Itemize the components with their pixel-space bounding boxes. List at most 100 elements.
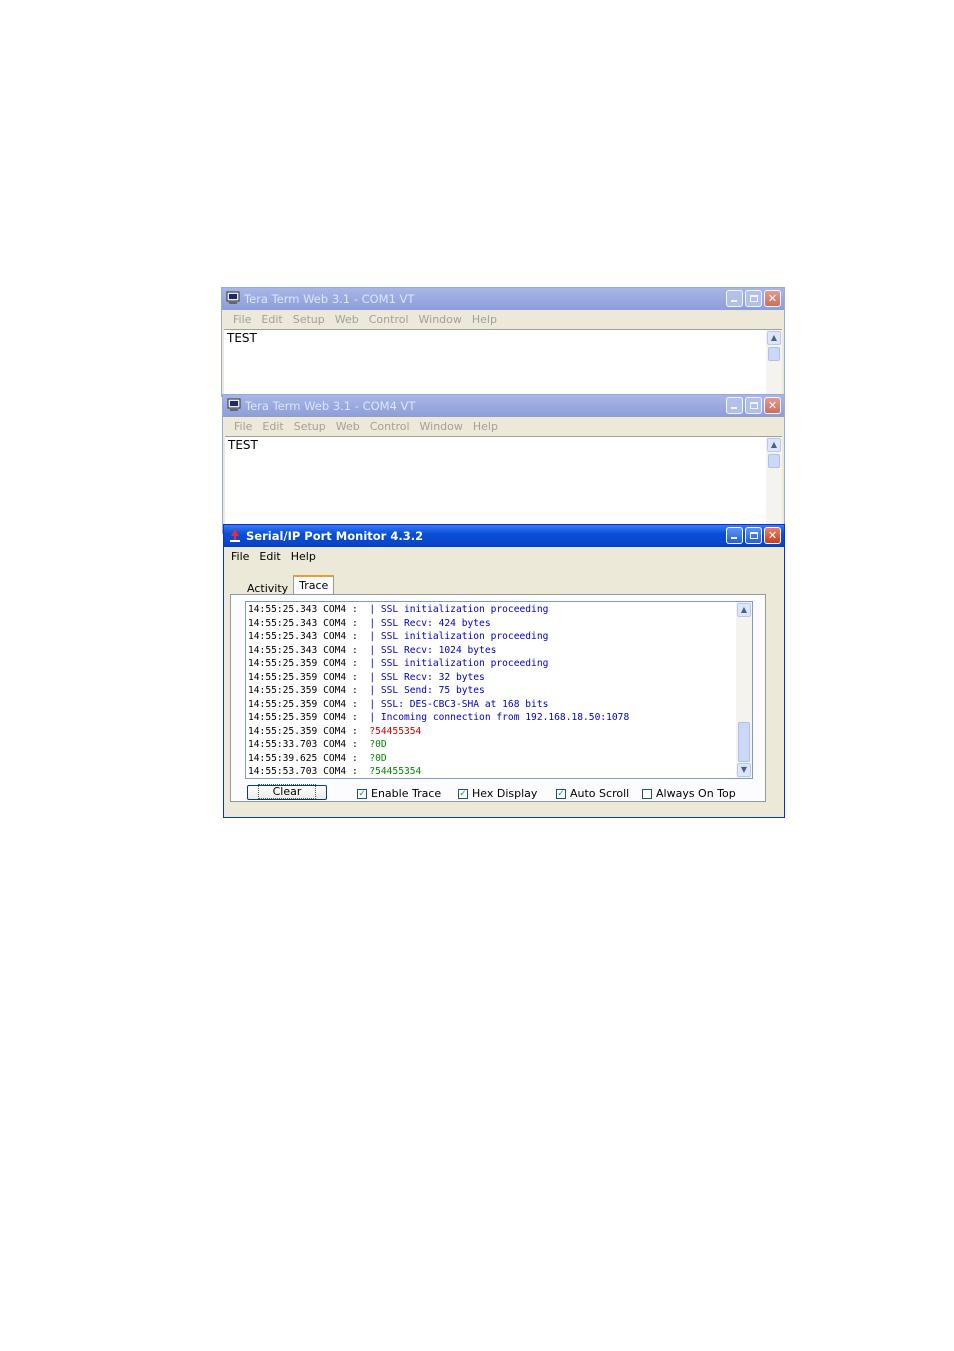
hex-display-checkbox[interactable]: ✓ Hex Display	[458, 787, 537, 800]
menu-setup[interactable]: Setup	[289, 420, 331, 433]
trace-timestamp: 14:55:25.359 COM4 :	[248, 658, 358, 669]
checkbox-label: Always On Top	[656, 787, 736, 800]
minimize-button[interactable]	[726, 527, 743, 544]
minimize-icon	[731, 537, 737, 539]
trace-message: | SSL initialization proceeding	[369, 658, 549, 669]
trace-timestamp: 14:55:25.359 COM4 :	[248, 712, 358, 723]
close-icon: ✕	[767, 398, 778, 412]
terminal-icon	[226, 291, 240, 304]
menu-file[interactable]: File	[229, 420, 257, 433]
trace-row: 14:55:25.359 COM4 : | SSL Send: 75 bytes	[248, 684, 629, 698]
menu-help[interactable]: Help	[468, 420, 503, 433]
menu-bar: File Edit Help	[224, 547, 784, 566]
close-button[interactable]: ✕	[764, 290, 781, 307]
maximize-button[interactable]	[745, 527, 762, 544]
trace-row: 14:55:25.343 COM4 : | SSL Recv: 1024 byt…	[248, 644, 629, 658]
tera-term-com4-window: Tera Term Web 3.1 - COM4 VT ✕ File Edit …	[222, 394, 785, 534]
trace-timestamp: 14:55:25.359 COM4 :	[248, 725, 358, 737]
trace-timestamp: 14:55:25.359 COM4 :	[248, 671, 358, 683]
menu-edit[interactable]: Edit	[254, 550, 285, 563]
trace-timestamp: 14:55:25.359 COM4 :	[248, 685, 358, 696]
terminal-area[interactable]: TEST ▲	[225, 436, 782, 533]
scroll-thumb[interactable]	[738, 722, 750, 762]
minimize-button[interactable]	[726, 397, 743, 414]
trace-timestamp: 14:55:25.343 COM4 :	[248, 644, 358, 656]
trace-row: 14:55:25.359 COM4 : | SSL Recv: 32 bytes	[248, 671, 629, 685]
menu-edit[interactable]: Edit	[257, 420, 288, 433]
close-icon: ✕	[767, 528, 778, 542]
clear-button[interactable]: Clear	[247, 784, 327, 800]
scroll-thumb[interactable]	[768, 347, 780, 361]
trace-row: 14:55:25.359 COM4 : ?54455354	[248, 725, 629, 739]
window-title: Tera Term Web 3.1 - COM4 VT	[245, 399, 416, 413]
scroll-up-icon[interactable]: ▲	[767, 438, 781, 452]
terminal-area[interactable]: TEST ▲	[224, 329, 782, 396]
menu-setup[interactable]: Setup	[288, 313, 330, 326]
menu-edit[interactable]: Edit	[256, 313, 287, 326]
title-bar[interactable]: Serial/IP Port Monitor 4.3.2 ✕	[224, 525, 784, 547]
checkbox-label: Enable Trace	[371, 787, 442, 800]
maximize-button[interactable]	[745, 290, 762, 307]
menu-window[interactable]: Window	[415, 420, 468, 433]
always-on-top-checkbox[interactable]: Always On Top	[642, 787, 736, 800]
window-title: Serial/IP Port Monitor 4.3.2	[246, 529, 424, 543]
checkbox-box: ✓	[556, 788, 566, 799]
minimize-button[interactable]	[726, 290, 743, 307]
trace-message: | Incoming connection from 192.168.18.50…	[369, 712, 630, 723]
trace-row: 14:55:25.359 COM4 : | Incoming connectio…	[248, 711, 629, 725]
title-bar[interactable]: Tera Term Web 3.1 - COM4 VT ✕	[223, 395, 784, 417]
terminal-text: TEST	[227, 331, 257, 345]
port-monitor-window: Serial/IP Port Monitor 4.3.2 ✕ File Edit…	[223, 524, 785, 818]
trace-timestamp: 14:55:39.625 COM4 :	[248, 752, 358, 764]
checkbox-box: ✓	[458, 788, 468, 799]
menu-web[interactable]: Web	[331, 420, 365, 433]
enable-trace-checkbox[interactable]: ✓ Enable Trace	[357, 787, 441, 800]
maximize-icon	[749, 295, 758, 302]
menu-window[interactable]: Window	[414, 313, 467, 326]
scroll-down-icon[interactable]: ▼	[737, 763, 751, 777]
vertical-scrollbar[interactable]: ▲	[766, 330, 782, 396]
menu-web[interactable]: Web	[330, 313, 364, 326]
scroll-up-icon[interactable]: ▲	[767, 331, 781, 345]
close-button[interactable]: ✕	[764, 397, 781, 414]
trace-log[interactable]: 14:55:25.343 COM4 : | SSL initialization…	[245, 601, 753, 779]
trace-timestamp: 14:55:25.343 COM4 :	[248, 604, 358, 615]
scroll-up-icon[interactable]: ▲	[737, 603, 751, 617]
trace-message: | SSL Recv: 1024 bytes	[369, 644, 497, 656]
menu-bar: File Edit Setup Web Control Window Help	[223, 417, 784, 436]
checkbox-box: ✓	[357, 788, 367, 799]
trace-message: ?0D	[369, 739, 387, 750]
menu-control[interactable]: Control	[365, 420, 415, 433]
window-title: Tera Term Web 3.1 - COM1 VT	[244, 292, 415, 306]
trace-message: ?54455354	[369, 766, 422, 777]
port-monitor-icon	[230, 529, 240, 542]
trace-controls: Clear ✓ Enable Trace ✓ Hex Display ✓ Aut…	[231, 781, 765, 801]
checkbox-box	[642, 788, 652, 799]
trace-timestamp: 14:55:25.343 COM4 :	[248, 631, 358, 642]
minimize-icon	[731, 300, 737, 302]
trace-panel: 14:55:25.343 COM4 : | SSL initialization…	[230, 594, 766, 802]
checkbox-label: Hex Display	[472, 787, 538, 800]
trace-row: 14:55:25.343 COM4 : | SSL Recv: 424 byte…	[248, 617, 629, 631]
menu-file[interactable]: File	[228, 313, 256, 326]
trace-scrollbar[interactable]: ▲ ▼	[736, 602, 752, 778]
menu-file[interactable]: File	[226, 550, 254, 563]
maximize-button[interactable]	[745, 397, 762, 414]
scroll-thumb[interactable]	[768, 454, 780, 468]
title-bar[interactable]: Tera Term Web 3.1 - COM1 VT ✕	[222, 288, 784, 310]
auto-scroll-checkbox[interactable]: ✓ Auto Scroll	[556, 787, 629, 800]
menu-help[interactable]: Help	[467, 313, 502, 326]
trace-message: | SSL Recv: 424 bytes	[369, 617, 491, 629]
close-button[interactable]: ✕	[764, 527, 781, 544]
menu-help[interactable]: Help	[286, 550, 321, 563]
trace-message: | SSL initialization proceeding	[369, 604, 549, 615]
trace-row: 14:55:53.703 COM4 : ?54455354	[248, 765, 629, 778]
menu-control[interactable]: Control	[364, 313, 414, 326]
checkbox-label: Auto Scroll	[570, 787, 630, 800]
terminal-icon	[227, 398, 241, 411]
trace-message: | SSL: DES-CBC3-SHA at 168 bits	[369, 698, 549, 710]
close-icon: ✕	[767, 291, 778, 305]
trace-row: 14:55:25.343 COM4 : | SSL initialization…	[248, 603, 629, 617]
vertical-scrollbar[interactable]: ▲	[766, 437, 782, 533]
trace-timestamp: 14:55:53.703 COM4 :	[248, 766, 358, 777]
